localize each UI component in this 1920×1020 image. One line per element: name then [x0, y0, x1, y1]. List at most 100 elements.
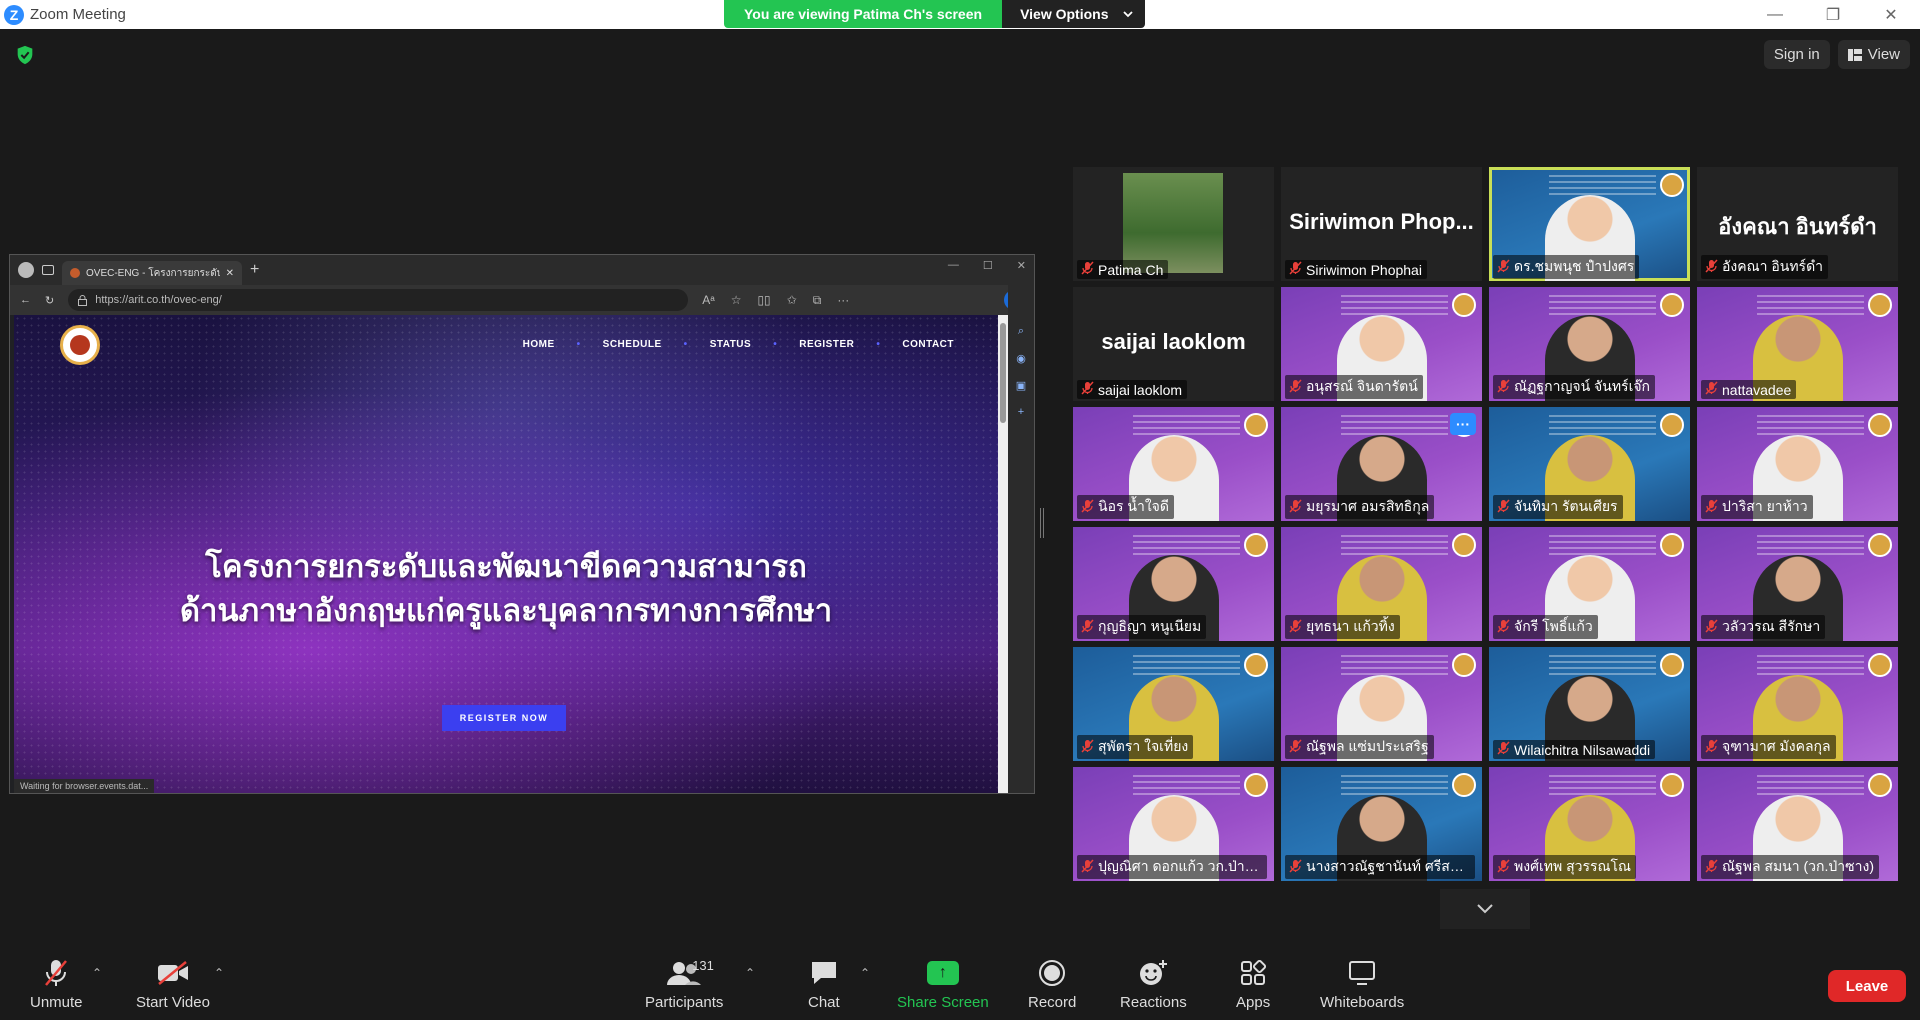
layout-splitter-handle[interactable] [1040, 508, 1044, 538]
reactions-label: Reactions [1120, 994, 1187, 1011]
participant-tile[interactable]: จุฑามาศ มังคลกุล [1697, 647, 1898, 761]
sidebar-outlook-icon[interactable]: ▣ [1016, 379, 1026, 392]
refresh-icon[interactable]: ↻ [45, 294, 54, 307]
site-nav-contact[interactable]: CONTACT [902, 339, 954, 350]
register-now-button[interactable]: REGISTER NOW [442, 705, 566, 731]
participant-name-label: สุพัตรา ใจเที่ยง [1077, 735, 1194, 759]
site-nav-register[interactable]: REGISTER [799, 339, 854, 350]
muted-mic-icon [1081, 261, 1094, 278]
audio-options-caret-icon[interactable]: ⌃ [92, 966, 102, 980]
participants-caret-icon[interactable]: ⌃ [745, 966, 755, 980]
participant-tile[interactable]: อนุสรณ์ จินดารัตน์ [1281, 287, 1482, 401]
back-icon[interactable]: ← [20, 294, 31, 306]
participant-tile[interactable]: Patima Ch [1073, 167, 1274, 281]
whiteboards-button[interactable]: Whiteboards [1320, 958, 1404, 1011]
read-aloud-icon[interactable]: Aᵃ [702, 293, 714, 308]
sign-in-button[interactable]: Sign in [1763, 40, 1830, 69]
participant-tile[interactable]: สุพัตรา ใจเที่ยง [1073, 647, 1274, 761]
browser-restore-icon[interactable]: ☐ [983, 259, 993, 272]
participant-tile[interactable]: กุญธิญา หนูเนียม [1073, 527, 1274, 641]
site-nav-home[interactable]: HOME [523, 339, 555, 350]
share-screen-label: Share Screen [897, 994, 989, 1011]
shared-screen[interactable]: OVEC-ENG - โครงการยกระดับและ ✕ + — ☐ ✕ ←… [9, 254, 1035, 794]
virtual-background-text [1549, 415, 1656, 435]
start-video-button[interactable]: Start Video [136, 958, 210, 1011]
nav-separator-icon: • [683, 339, 688, 350]
chat-caret-icon[interactable]: ⌃ [860, 966, 870, 980]
tab-actions-icon[interactable] [42, 265, 54, 275]
leave-button[interactable]: Leave [1828, 970, 1906, 1002]
background-emblem-icon [1452, 773, 1476, 797]
muted-mic-icon [1081, 381, 1094, 398]
favorite-star-icon[interactable]: ☆ [731, 293, 742, 308]
page-scrollbar[interactable] [998, 315, 1008, 793]
participant-name: ยุทธนา แก้วทิ้ง [1306, 618, 1395, 634]
participant-name: กุญธิญา หนูเนียม [1098, 618, 1202, 634]
participant-tile[interactable]: ปาริสา ยาห้าว [1697, 407, 1898, 521]
participant-tile[interactable]: Siriwimon Phop... Siriwimon Phophai [1281, 167, 1482, 281]
favorites-icon[interactable]: ✩ [787, 293, 797, 308]
minimize-icon[interactable]: — [1746, 0, 1804, 29]
top-right-controls: Sign in View [1763, 40, 1910, 69]
participant-tile[interactable]: ณัฏฐกาญจน์ จันทร์เจ๊ก [1489, 287, 1690, 401]
browser-close-icon[interactable]: ✕ [1017, 259, 1026, 272]
participant-tile[interactable]: ดร.ชมพนุช ปำปงศร [1489, 167, 1690, 281]
background-emblem-icon [1660, 773, 1684, 797]
browser-minimize-icon[interactable]: — [948, 259, 959, 272]
close-icon[interactable]: ✕ [1862, 0, 1920, 29]
browser-toolbar-icons: Aᵃ ☆ ▯▯ ✩ ⧉ ··· [702, 293, 849, 308]
participant-tile[interactable]: จักรี โพธิ์แก้ว [1489, 527, 1690, 641]
video-options-caret-icon[interactable]: ⌃ [214, 966, 224, 980]
browser-profile-avatar[interactable] [18, 262, 34, 278]
record-button[interactable]: Record [1028, 958, 1076, 1011]
view-button[interactable]: View [1837, 40, 1910, 69]
participant-tile[interactable]: ณัฐพล แซ่มประเสริฐ [1281, 647, 1482, 761]
reactions-icon [1140, 960, 1168, 985]
participant-tile[interactable]: Wilaichitra Nilsawaddi [1489, 647, 1690, 761]
participant-tile[interactable]: พงศ์เทพ สุวรรณโณ [1489, 767, 1690, 881]
site-logo[interactable] [60, 325, 100, 365]
participant-tile[interactable]: ปุญณิศา ดอกแก้ว วก.ป่าซ... [1073, 767, 1274, 881]
participant-tile[interactable]: ยุทธนา แก้วทิ้ง [1281, 527, 1482, 641]
tile-more-options-button[interactable]: ··· [1450, 413, 1476, 435]
participant-name-label: ณัฐพล แซ่มประเสริฐ [1285, 735, 1434, 759]
unmute-button[interactable]: Unmute [30, 958, 83, 1011]
share-screen-button[interactable]: ↑ Share Screen [897, 958, 989, 1011]
participant-tile[interactable]: วลัววรณ สีรักษา [1697, 527, 1898, 641]
chat-button[interactable]: Chat [808, 958, 840, 1011]
view-options-button[interactable]: View Options [1002, 0, 1145, 28]
sidebar-add-icon[interactable]: + [1018, 406, 1024, 418]
virtual-background-text [1341, 295, 1448, 315]
participant-tile[interactable]: จันทิมา รัตนเศียร [1489, 407, 1690, 521]
participant-tile[interactable]: ··· มยุรมาศ อมรสิทธิกุล [1281, 407, 1482, 521]
participant-tile[interactable]: nattavadee [1697, 287, 1898, 401]
browser-tab[interactable]: OVEC-ENG - โครงการยกระดับและ ✕ [62, 261, 242, 285]
more-icon[interactable]: ··· [837, 293, 849, 308]
participant-tile[interactable]: อังคณา อินทร์ดำ อังคณา อินทร์ดำ [1697, 167, 1898, 281]
browser-tab-bar: OVEC-ENG - โครงการยกระดับและ ✕ + — ☐ ✕ [10, 255, 1034, 285]
sidebar-search-icon[interactable]: ⌕ [1018, 325, 1024, 338]
participant-name: นิอร น้ำใจดี [1098, 498, 1169, 514]
participant-name: จันทิมา รัตนเศียร [1514, 498, 1618, 514]
participant-tile[interactable]: นิอร น้ำใจดี [1073, 407, 1274, 521]
sidebar-copilot-icon[interactable]: ◉ [1016, 352, 1026, 365]
gallery-next-page-button[interactable] [1440, 889, 1530, 929]
participant-tile[interactable]: saijai laoklom saijai laoklom [1073, 287, 1274, 401]
participant-tile[interactable]: ณัฐพล สมนา (วก.ป่าซาง) [1697, 767, 1898, 881]
apps-button[interactable]: Apps [1236, 958, 1270, 1011]
url-field[interactable]: https://arit.co.th/ovec-eng/ [68, 289, 689, 311]
collections-icon[interactable]: ⧉ [813, 293, 822, 308]
restore-icon[interactable]: ❐ [1804, 0, 1862, 29]
participant-tile[interactable]: นางสาวณัฐชานันท์ ศรีสม... [1281, 767, 1482, 881]
encryption-shield-icon[interactable] [14, 44, 36, 66]
reactions-button[interactable]: Reactions [1120, 958, 1187, 1011]
participant-name: ณัฐพล สมนา (วก.ป่าซาง) [1722, 858, 1875, 874]
participant-name-label: ณัฐพล สมนา (วก.ป่าซาง) [1701, 855, 1880, 879]
site-nav-status[interactable]: STATUS [710, 339, 752, 350]
split-screen-icon[interactable]: ▯▯ [757, 293, 770, 308]
new-tab-icon[interactable]: + [250, 261, 259, 279]
participants-button[interactable]: 131 Participants [645, 958, 723, 1011]
site-nav-schedule[interactable]: SCHEDULE [603, 339, 662, 350]
tab-close-icon[interactable]: ✕ [226, 268, 234, 279]
url-text: https://arit.co.th/ovec-eng/ [95, 294, 222, 306]
